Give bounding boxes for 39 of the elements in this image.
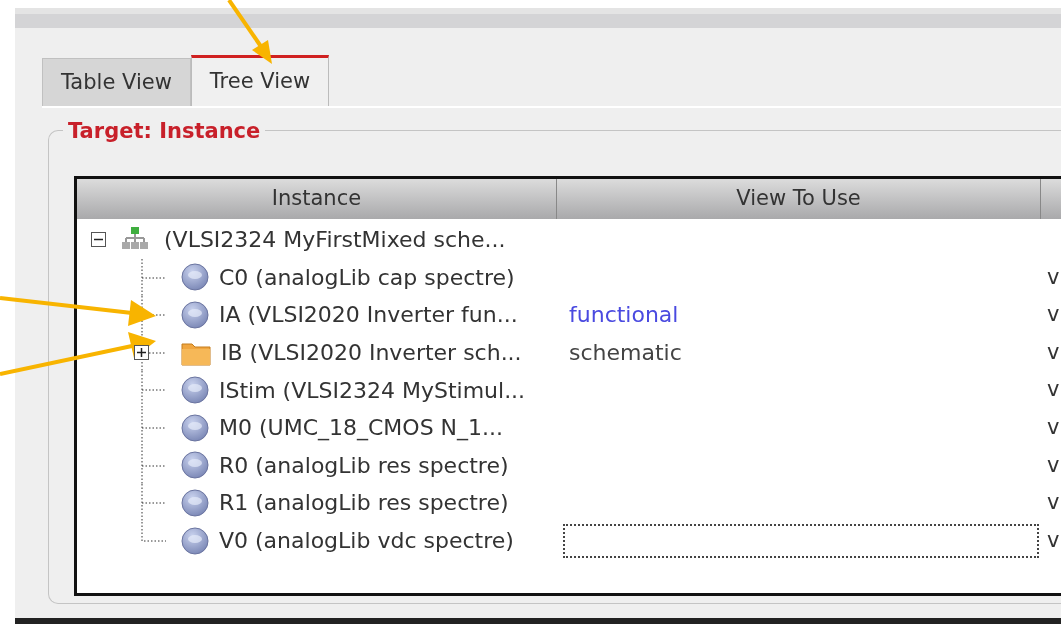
- tree-connector-line: [141, 296, 167, 335]
- table-cell-text: v: [1047, 338, 1060, 366]
- collapse-icon[interactable]: [91, 232, 106, 248]
- tree-item[interactable]: (VLSI2324 MyFirstMixed sche...: [164, 223, 506, 257]
- tree-connector-line: [141, 333, 167, 372]
- table-cell-text: v: [1047, 301, 1060, 329]
- sphere-icon: [181, 488, 209, 517]
- expand-icon[interactable]: [134, 345, 149, 361]
- sphere-icon: [181, 376, 209, 405]
- tree-item[interactable]: V0 (analogLib vdc spectre): [219, 524, 514, 558]
- tree-connector-line: [141, 408, 167, 447]
- table-cell-text: v: [1047, 414, 1060, 441]
- tree-connector-line: [141, 258, 167, 297]
- tree-item[interactable]: C0 (analogLib cap spectre): [219, 260, 515, 294]
- view-name: functional: [568, 301, 679, 330]
- view-name: schematic: [568, 339, 682, 368]
- table-cell-text: v: [1047, 263, 1060, 291]
- tab[interactable]: Table View: [42, 58, 191, 106]
- tree-connector-line: [141, 446, 167, 485]
- tab[interactable]: Tree View: [190, 55, 330, 106]
- tree-item[interactable]: M0 (UMC_18_CMOS N_1...: [219, 411, 504, 445]
- sphere-icon: [181, 263, 209, 292]
- column-header[interactable]: Instance: [77, 179, 557, 219]
- view-field[interactable]: [563, 523, 1039, 558]
- tree-item[interactable]: IA (VLSI2020 Inverter fun...: [219, 298, 518, 332]
- table-cell-text: v: [1047, 489, 1060, 517]
- sphere-icon: [181, 451, 209, 480]
- sphere-icon: [181, 526, 209, 555]
- tree-item[interactable]: R1 (analogLib res spectre): [219, 486, 509, 520]
- tree-item[interactable]: IStim (VLSI2324 MyStimul...: [219, 373, 526, 407]
- table-cell-text: v: [1047, 451, 1060, 479]
- sphere-icon: [181, 413, 209, 442]
- column-header[interactable]: View To Use: [557, 179, 1041, 219]
- table-cell-text: v: [1047, 526, 1060, 554]
- sphere-icon: [181, 301, 209, 329]
- tree-item[interactable]: IB (VLSI2020 Inverter sch...: [221, 336, 522, 370]
- table-cell-text: v: [1047, 376, 1060, 404]
- tree-item[interactable]: R0 (analogLib res spectre): [219, 448, 509, 482]
- tree-connector-line: [141, 371, 167, 410]
